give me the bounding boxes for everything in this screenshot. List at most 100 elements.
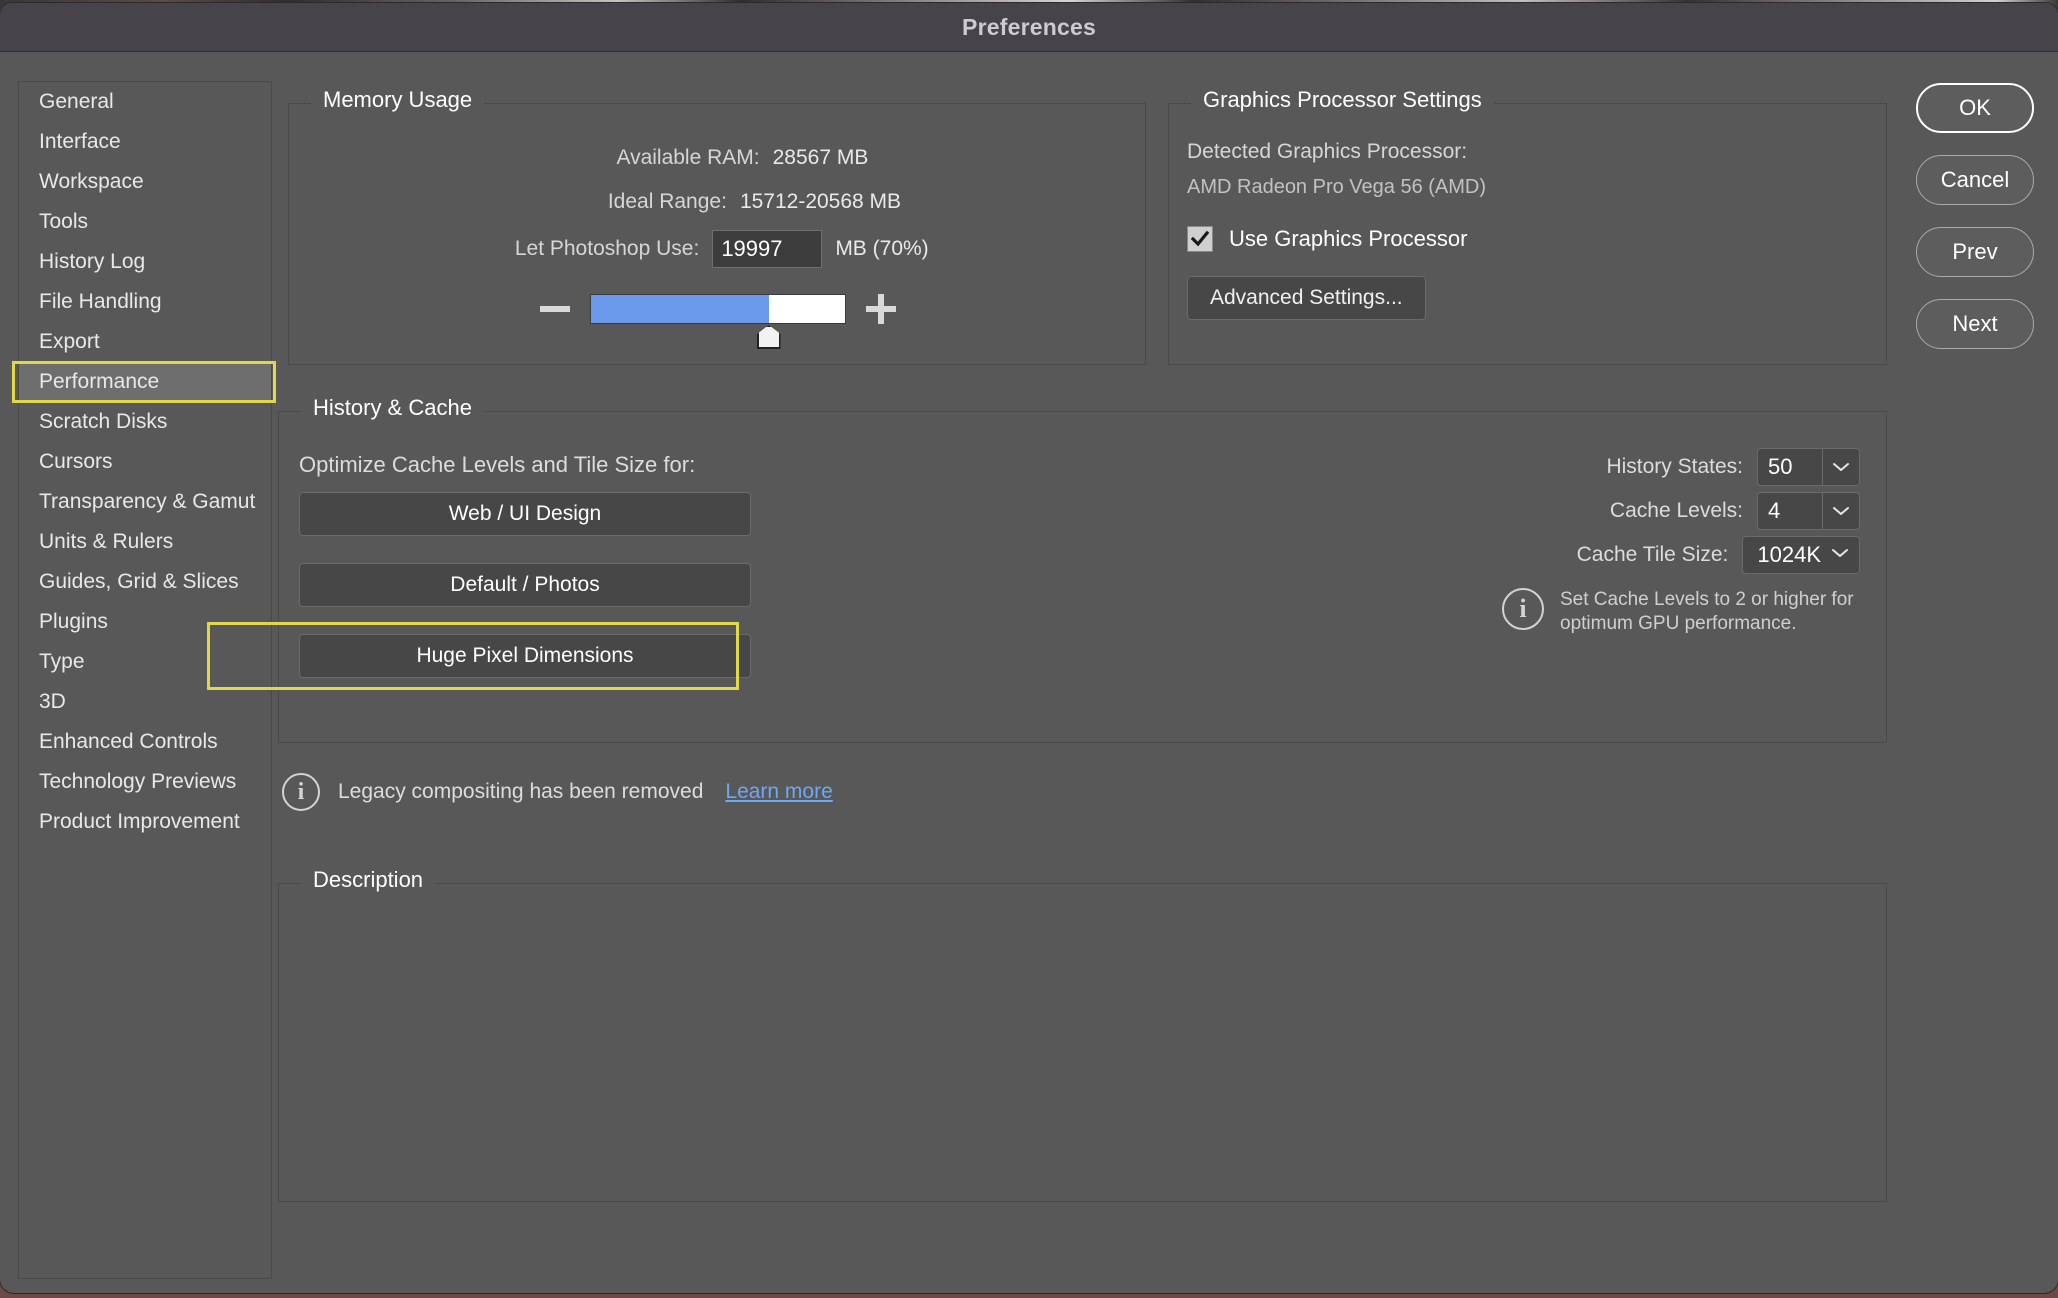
description-legend: Description [301,867,435,893]
sidebar-item-export[interactable]: Export [19,322,271,362]
sidebar-item-label: 3D [39,690,66,714]
sidebar-item-label: Tools [39,210,88,234]
history-states-value[interactable]: 50 [1758,449,1822,485]
sidebar-item-label: Cursors [39,450,113,474]
chevron-down-icon[interactable] [1822,449,1859,485]
cache-levels-label: Cache Levels: [1610,499,1743,523]
description-group: Description [278,883,1887,1202]
memory-usage-legend: Memory Usage [311,87,484,113]
optimize-cache-label: Optimize Cache Levels and Tile Size for: [299,452,695,478]
sidebar-item-product-improvement[interactable]: Product Improvement [19,802,271,842]
sidebar-item-label: Type [39,650,85,674]
sidebar-item-file-handling[interactable]: File Handling [19,282,271,322]
graphics-processor-legend: Graphics Processor Settings [1191,87,1494,113]
ideal-range-label: Ideal Range: [535,190,727,214]
info-icon: i [282,773,320,811]
sidebar-item-label: Units & Rulers [39,530,173,554]
use-graphics-processor-checkbox[interactable] [1187,226,1213,252]
sidebar-item-3d[interactable]: 3D [19,682,271,722]
cache-tile-size-row: Cache Tile Size: 1024K [1577,536,1860,574]
minus-icon[interactable] [540,306,570,312]
sidebar-item-enhanced-controls[interactable]: Enhanced Controls [19,722,271,762]
cache-levels-row: Cache Levels: 4 [1610,492,1860,530]
dialog-titlebar: Preferences [0,3,2058,52]
sidebar-item-plugins[interactable]: Plugins [19,602,271,642]
available-ram-value: 28567 MB [773,146,869,170]
checkmark-icon [1190,229,1210,249]
sidebar-item-label: History Log [39,250,145,274]
sidebar-item-label: Workspace [39,170,144,194]
history-states-stepper[interactable]: 50 [1757,448,1860,486]
sidebar-item-general[interactable]: General [19,82,271,122]
sidebar-item-performance[interactable]: Performance [19,362,271,402]
next-button[interactable]: Next [1916,299,2034,349]
graphics-processor-group: Graphics Processor Settings Detected Gra… [1168,103,1887,365]
cancel-button[interactable]: Cancel [1916,155,2034,205]
sidebar-item-label: Transparency & Gamut [39,490,255,514]
cache-levels-note: i Set Cache Levels to 2 or higher for op… [1502,588,1860,637]
sidebar-item-technology-previews[interactable]: Technology Previews [19,762,271,802]
history-and-cache-group: History & Cache Optimize Cache Levels an… [278,411,1887,743]
huge-pixel-dimensions-button[interactable]: Huge Pixel Dimensions [299,634,751,678]
chevron-down-icon[interactable] [1822,493,1859,529]
chevron-down-icon [1831,546,1849,564]
ideal-range-value: 15712-20568 MB [740,190,901,214]
sidebar-item-interface[interactable]: Interface [19,122,271,162]
preferences-category-list[interactable]: General Interface Workspace Tools History Lo… [18,81,272,1279]
prev-button[interactable]: Prev [1916,227,2034,277]
cache-tile-size-value: 1024K [1757,542,1821,568]
sidebar-item-label: Technology Previews [39,770,236,794]
history-states-label: History States: [1606,455,1743,479]
history-states-row: History States: 50 [1606,448,1860,486]
sidebar-item-cursors[interactable]: Cursors [19,442,271,482]
cache-levels-stepper[interactable]: 4 [1757,492,1860,530]
advanced-settings-button[interactable]: Advanced Settings... [1187,276,1426,320]
sidebar-item-transparency-gamut[interactable]: Transparency & Gamut [19,482,271,522]
sidebar-item-label: Export [39,330,100,354]
memory-slider-track[interactable] [590,294,846,324]
cache-tile-size-label: Cache Tile Size: [1577,543,1729,567]
info-icon: i [1502,588,1544,630]
sidebar-item-units-rulers[interactable]: Units & Rulers [19,522,271,562]
sidebar-item-scratch-disks[interactable]: Scratch Disks [19,402,271,442]
sidebar-item-label: Guides, Grid & Slices [39,570,239,594]
web-ui-design-button[interactable]: Web / UI Design [299,492,751,536]
sidebar-item-label: Performance [39,370,159,394]
sidebar-item-label: File Handling [39,290,162,314]
use-graphics-processor-row[interactable]: Use Graphics Processor [1187,226,1467,252]
ok-button[interactable]: OK [1916,83,2034,133]
cache-levels-note-text: Set Cache Levels to 2 or higher for opti… [1560,588,1860,637]
sidebar-item-type[interactable]: Type [19,642,271,682]
memory-percent-label: MB (70%) [835,237,928,261]
cache-levels-value[interactable]: 4 [1758,493,1822,529]
use-graphics-processor-label: Use Graphics Processor [1229,226,1467,252]
default-photos-button[interactable]: Default / Photos [299,563,751,607]
available-ram-row: Available RAM: 28567 MB [289,146,1147,170]
memory-amount-input[interactable]: 19997 [712,230,822,268]
detected-gpu-value: AMD Radeon Pro Vega 56 (AMD) [1187,176,1486,199]
cache-tile-size-select[interactable]: 1024K [1742,536,1860,574]
dialog-title: Preferences [962,14,1096,41]
sidebar-item-tools[interactable]: Tools [19,202,271,242]
sidebar-item-label: General [39,90,114,114]
sidebar-item-guides-grid-slices[interactable]: Guides, Grid & Slices [19,562,271,602]
memory-usage-group: Memory Usage Available RAM: 28567 MB Ide… [288,103,1146,365]
sidebar-item-label: Enhanced Controls [39,730,218,754]
let-photoshop-use-label: Let Photoshop Use: [507,237,699,261]
legacy-compositing-text: Legacy compositing has been removed [338,780,703,804]
learn-more-link[interactable]: Learn more [725,780,832,804]
detected-gpu-label: Detected Graphics Processor: [1187,140,1467,164]
legacy-compositing-notice: i Legacy compositing has been removed Le… [282,773,833,811]
memory-slider-thumb[interactable] [757,325,781,349]
sidebar-item-label: Interface [39,130,121,154]
plus-icon[interactable] [866,294,896,324]
sidebar-item-label: Scratch Disks [39,410,167,434]
preferences-dialog: Preferences General Interface Workspace Too… [0,3,2058,1293]
sidebar-item-workspace[interactable]: Workspace [19,162,271,202]
sidebar-item-history-log[interactable]: History Log [19,242,271,282]
memory-slider-thumb-holder [591,295,845,323]
history-and-cache-legend: History & Cache [301,395,484,421]
memory-slider-row [289,294,1147,324]
ideal-range-row: Ideal Range: 15712-20568 MB [289,190,1147,214]
sidebar-item-label: Product Improvement [39,810,240,834]
